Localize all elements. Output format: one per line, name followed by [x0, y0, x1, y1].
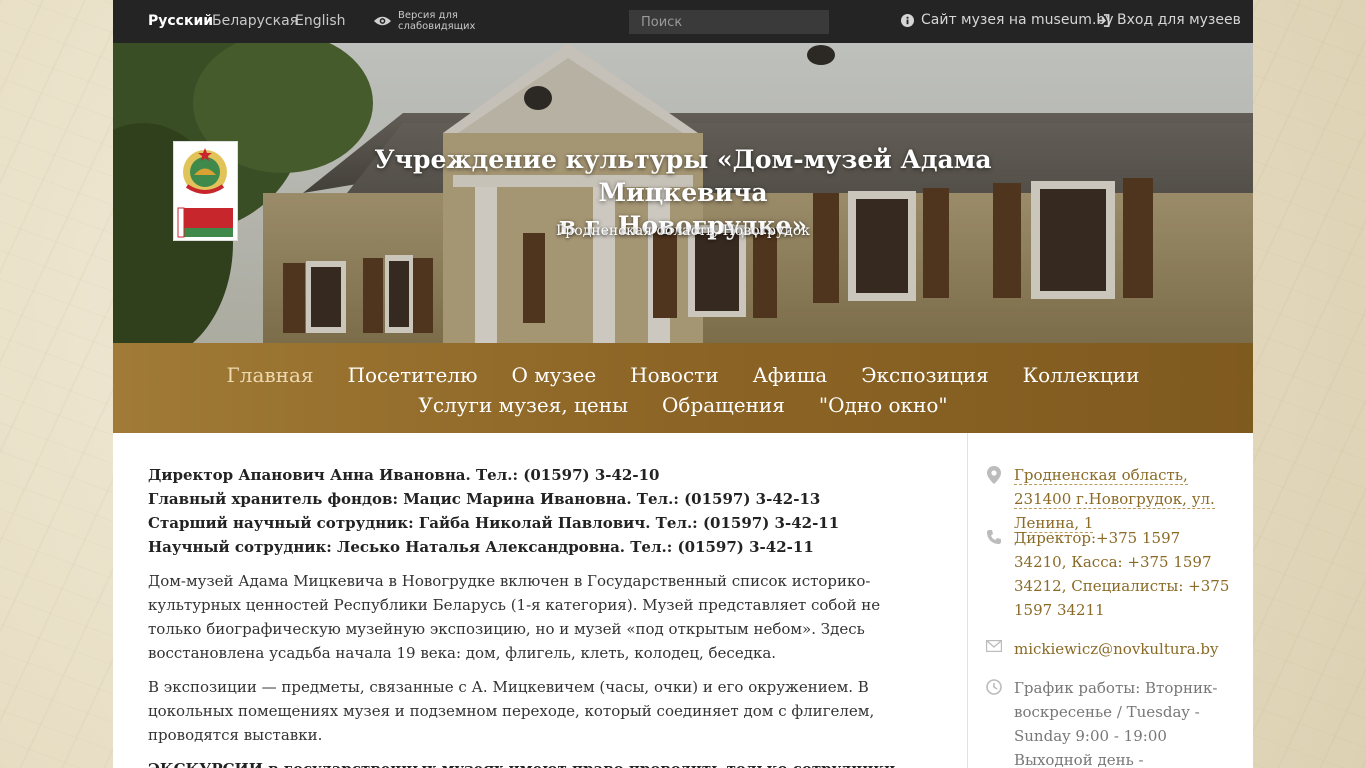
nav-row-1: Главная Посетителю О музее Новости Афиша… — [113, 360, 1253, 390]
description-paragraph-2: В экспозиции — предметы, связанные с А. … — [148, 678, 875, 744]
emblem-icon — [177, 148, 233, 238]
nav-item-one-window[interactable]: "Одно окно" — [819, 390, 948, 420]
contact-researcher: Научный сотрудник: Лесько Наталья Алекса… — [148, 538, 814, 556]
nav-row-2: Услуги музея, цены Обращения "Одно окно" — [113, 390, 1253, 420]
content-area: Директор Апанович Анна Ивановна. Тел.: (… — [113, 433, 1253, 768]
sidebar-phones: Директор:+375 1597 34210, Касса: +375 15… — [986, 526, 1234, 622]
clock-icon — [986, 679, 1002, 695]
schedule-text: График работы: Вторник- воскресенье / Tu… — [1014, 679, 1218, 768]
contact-chief-curator: Главный хранитель фондов: Мацис Марина И… — [148, 490, 821, 508]
sidebar-schedule: График работы: Вторник- воскресенье / Tu… — [986, 676, 1234, 768]
museum-site-label: Сайт музея на museum.by — [921, 12, 1114, 28]
eye-icon — [373, 16, 392, 26]
low-vision-toggle[interactable]: Версия для слабовидящих — [373, 10, 475, 32]
nav-item-events[interactable]: Афиша — [753, 360, 828, 390]
description-paragraph-1: Дом-музей Адама Мицкевича в Новогрудке в… — [148, 572, 881, 662]
excursions-notice: ЭКСКУРСИИ в государственных музеях имеют… — [148, 757, 938, 768]
hero-banner: Учреждение культуры «Дом-музей Адама Миц… — [113, 43, 1253, 343]
nav-item-news[interactable]: Новости — [630, 360, 718, 390]
nav-item-visitor[interactable]: Посетителю — [348, 360, 478, 390]
main-navigation: Главная Посетителю О музее Новости Афиша… — [113, 343, 1253, 433]
top-bar: Русский Беларуская English Версия для сл… — [113, 0, 1253, 43]
search-input[interactable] — [629, 10, 829, 34]
lang-belarusian[interactable]: Беларуская — [212, 13, 298, 29]
nav-item-collections[interactable]: Коллекции — [1023, 360, 1140, 390]
email-link[interactable]: mickiewicz@novkultura.by — [1014, 637, 1234, 661]
museum-site-link[interactable]: Сайт музея на museum.by — [901, 12, 1114, 28]
phone-icon — [987, 530, 1001, 544]
nav-item-home[interactable]: Главная — [227, 360, 314, 390]
nav-item-about[interactable]: О музее — [512, 360, 597, 390]
contact-senior-researcher: Старший научный сотрудник: Гайба Николай… — [148, 514, 840, 532]
page: Русский Беларуская English Версия для сл… — [113, 0, 1253, 768]
map-marker-icon — [987, 466, 1001, 484]
login-link[interactable]: Вход для музеев — [1096, 12, 1241, 28]
sign-in-icon — [1097, 13, 1110, 27]
envelope-icon — [986, 640, 1002, 652]
lang-english[interactable]: English — [295, 13, 346, 29]
page-subtitle: Гродненская область, Новогрудок — [556, 223, 810, 239]
sidebar-address: Гродненская область, 231400 г.Новогрудок… — [986, 463, 1234, 535]
low-vision-label: Версия для слабовидящих — [398, 10, 476, 32]
belarus-emblem-flag — [173, 141, 238, 241]
contact-sidebar: Гродненская область, 231400 г.Новогрудок… — [967, 433, 1253, 768]
contact-director: Директор Апанович Анна Ивановна. Тел.: (… — [148, 466, 660, 484]
main-article: Директор Апанович Анна Ивановна. Тел.: (… — [148, 463, 938, 768]
lang-russian[interactable]: Русский — [148, 13, 213, 29]
phones-text[interactable]: Директор:+375 1597 34210, Касса: +375 15… — [1014, 526, 1234, 622]
nav-item-services[interactable]: Услуги музея, цены — [418, 390, 628, 420]
nav-item-exposition[interactable]: Экспозиция — [861, 360, 988, 390]
info-icon — [901, 13, 914, 27]
sidebar-email: mickiewicz@novkultura.by — [986, 637, 1234, 661]
address-link[interactable]: Гродненская область, 231400 г.Новогрудок… — [1014, 466, 1215, 533]
nav-item-appeals[interactable]: Обращения — [662, 390, 785, 420]
login-label: Вход для музеев — [1117, 12, 1241, 28]
